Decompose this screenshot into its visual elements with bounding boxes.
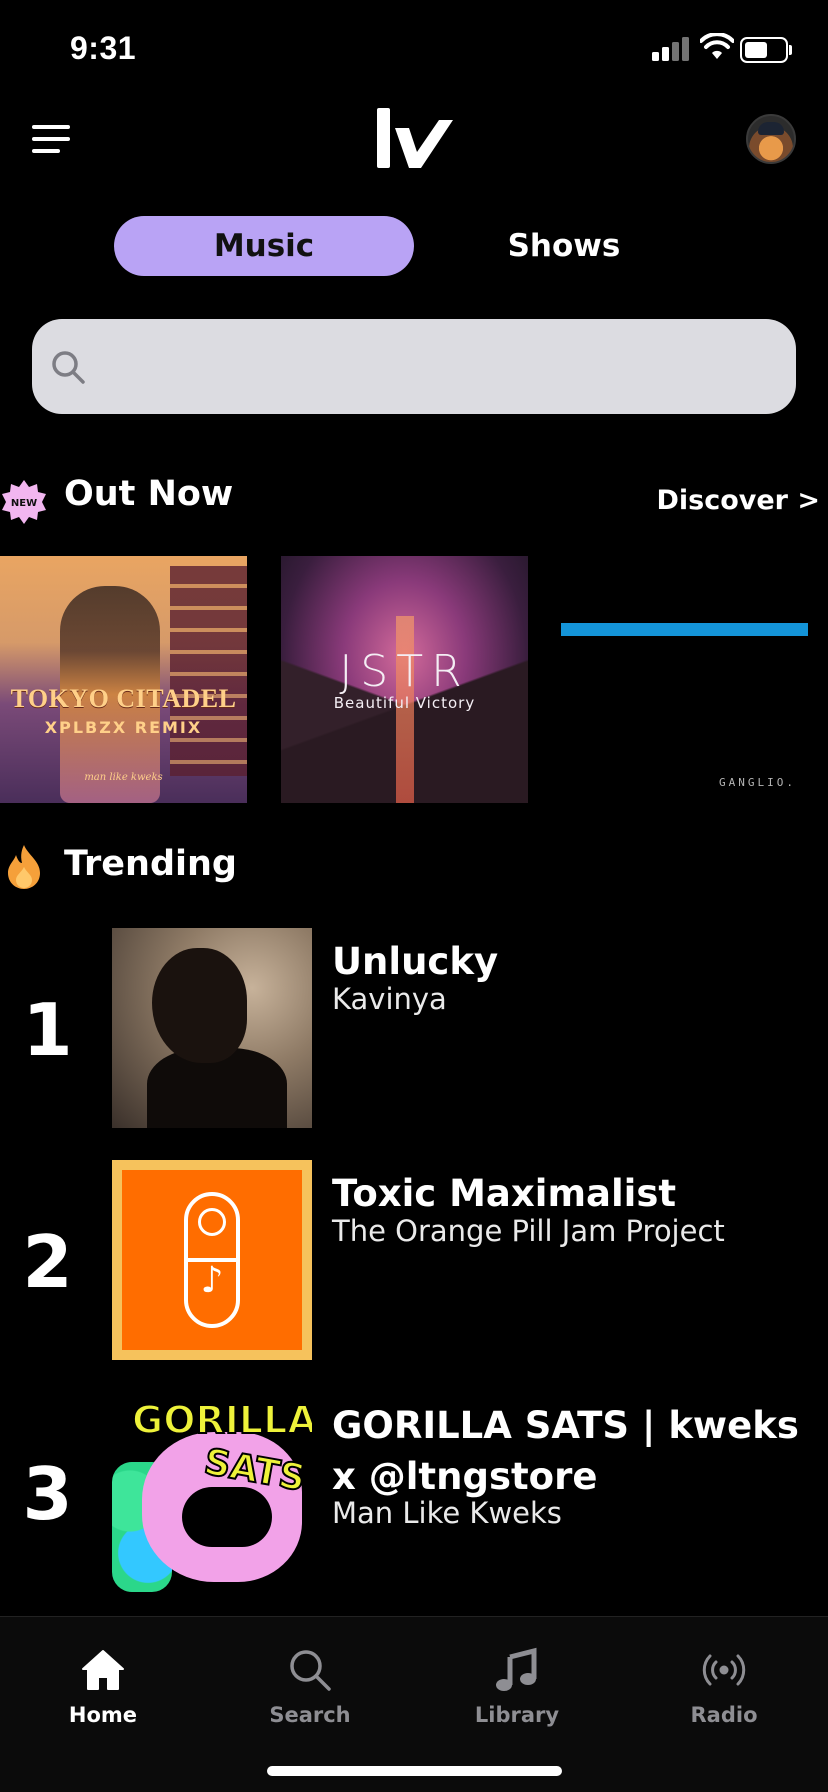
new-badge-label: NEW [11, 498, 37, 509]
trending-artwork: GORILLA SATS [112, 1392, 312, 1592]
nav-library-label: Library [474, 1703, 560, 1727]
album-card-ganglio[interactable]: GANGLIO. [561, 556, 808, 803]
home-indicator [267, 1766, 562, 1776]
wifi-icon [700, 33, 734, 59]
radio-icon [702, 1654, 746, 1686]
cellular-signal-icon [652, 37, 690, 61]
out-now-title: Out Now [64, 474, 234, 514]
trending-item[interactable]: 3 GORILLA SATS GORILLA SATS | kweks x @l… [0, 1392, 828, 1592]
tab-shows[interactable]: Shows [414, 216, 714, 276]
trending-title: Trending [64, 844, 237, 884]
trending-artist: The Orange Pill Jam Project [332, 1214, 725, 1248]
album-art-title: TOKYO CITADEL [10, 684, 237, 713]
flame-icon [8, 845, 40, 889]
music-note-icon [496, 1647, 537, 1691]
trending-artist: Kavinya [332, 982, 447, 1016]
content-tabs: Music Shows [114, 216, 714, 276]
trending-title-text: Unlucky [332, 940, 499, 983]
trending-artist: Man Like Kweks [332, 1496, 562, 1530]
new-badge-icon: NEW [2, 480, 46, 524]
app-logo [377, 108, 453, 168]
trending-item[interactable]: 2 ♪ Toxic Maximalist The Orange Pill Jam… [0, 1160, 828, 1360]
album-art-subtitle: Beautiful Victory [333, 694, 476, 712]
status-bar: 9:31 [0, 0, 828, 100]
nav-search[interactable]: Search [230, 1647, 390, 1747]
search-icon [52, 351, 85, 384]
trending-title-text: Toxic Maximalist [332, 1172, 677, 1215]
trending-artwork: ♪ [112, 1160, 312, 1360]
trending-artwork [112, 928, 312, 1128]
artwork-title: GORILLA [131, 1397, 312, 1443]
trending-rank: 3 [22, 1452, 73, 1536]
nav-radio-label: Radio [690, 1703, 758, 1727]
status-time: 9:31 [70, 30, 137, 66]
album-art-bar [561, 623, 808, 636]
search-bar[interactable] [32, 319, 796, 414]
trending-item[interactable]: 1 Unlucky Kavinya [0, 928, 828, 1128]
nav-radio[interactable]: Radio [644, 1647, 804, 1747]
hamburger-menu-icon[interactable] [32, 125, 70, 153]
album-card-tokyo-citadel[interactable]: TOKYO CITADEL XPLBZX REMIX man like kwek… [0, 556, 247, 803]
battery-icon [740, 37, 792, 63]
home-icon [82, 1650, 124, 1690]
nav-home[interactable]: Home [23, 1647, 183, 1747]
nav-home-label: Home [68, 1703, 138, 1727]
discover-link[interactable]: Discover > [656, 485, 820, 516]
search-input[interactable] [112, 319, 772, 414]
album-card-jstr[interactable]: JSTR Beautiful Victory [281, 556, 528, 803]
trending-title-text: GORILLA SATS | kweks x @ltngstore [332, 1404, 799, 1498]
trending-rank: 2 [22, 1220, 73, 1304]
user-avatar[interactable] [746, 114, 796, 164]
album-art-title: JSTR [339, 646, 470, 697]
album-art-building [170, 566, 247, 776]
search-icon [290, 1650, 331, 1691]
album-art-subtitle: XPLBZX REMIX [44, 718, 203, 737]
album-art-label: GANGLIO. [719, 776, 796, 789]
nav-library[interactable]: Library [437, 1647, 597, 1747]
nav-search-label: Search [269, 1703, 351, 1727]
music-note-icon: ♪ [200, 1260, 224, 1301]
tab-music[interactable]: Music [114, 216, 414, 276]
trending-rank: 1 [22, 988, 73, 1072]
album-art-signature: man like kweks [84, 772, 163, 783]
